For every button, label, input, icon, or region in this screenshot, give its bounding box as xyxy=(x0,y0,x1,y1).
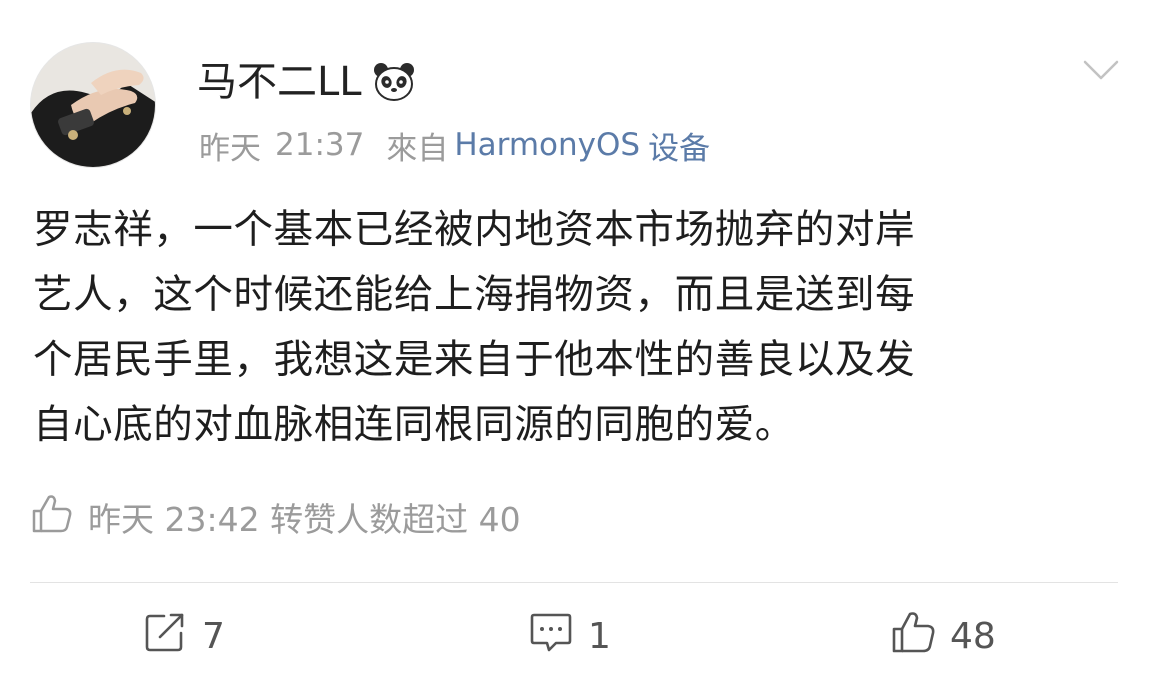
repost-icon xyxy=(142,609,188,664)
source-link[interactable]: HarmonyOS xyxy=(454,127,640,163)
avatar-photo xyxy=(31,43,155,167)
thumbs-up-outline-icon xyxy=(30,491,74,543)
like-milestone-note: 昨天 23:42 转赞人数超过 40 xyxy=(30,492,521,542)
post-day: 昨天 xyxy=(199,130,261,167)
comment-icon xyxy=(528,609,574,664)
post-text-line: 罗志祥，一个基本已经被内地资本市场抛弃的对岸 xyxy=(33,207,916,253)
panda-icon xyxy=(372,60,416,104)
post-text: 罗志祥，一个基本已经被内地资本市场抛弃的对岸 艺人，这个时候还能给上海捐物资，而… xyxy=(33,198,1123,458)
divider xyxy=(30,582,1118,583)
user-name-row: 马不二LL xyxy=(197,56,416,108)
like-button[interactable]: 48 xyxy=(890,606,996,666)
post-time: 21:37 xyxy=(275,127,365,163)
post-text-line: 个居民手里，我想这是来自于他本性的善良以及发 xyxy=(33,337,916,383)
avatar[interactable] xyxy=(30,42,156,168)
source-suffix[interactable]: 设备 xyxy=(648,123,710,168)
post-meta: 昨天 21:37 來自 HarmonyOS 设备 xyxy=(199,122,710,168)
like-count: 48 xyxy=(950,615,996,657)
repost-button[interactable]: 7 xyxy=(142,606,225,666)
post-text-line: 自心底的对血脉相连同根同源的同胞的爱。 xyxy=(33,402,795,448)
thumbs-up-icon xyxy=(890,609,936,664)
post-text-line: 艺人，这个时候还能给上海捐物资，而且是送到每 xyxy=(33,272,916,318)
comment-button[interactable]: 1 xyxy=(528,606,611,666)
like-note-text: 昨天 23:42 转赞人数超过 40 xyxy=(88,500,521,539)
repost-count: 7 xyxy=(202,615,225,657)
comment-count: 1 xyxy=(588,615,611,657)
source-from-label: 來自 xyxy=(386,130,449,167)
chevron-down-icon[interactable] xyxy=(1082,58,1120,82)
user-name[interactable]: 马不二LL xyxy=(197,56,362,108)
